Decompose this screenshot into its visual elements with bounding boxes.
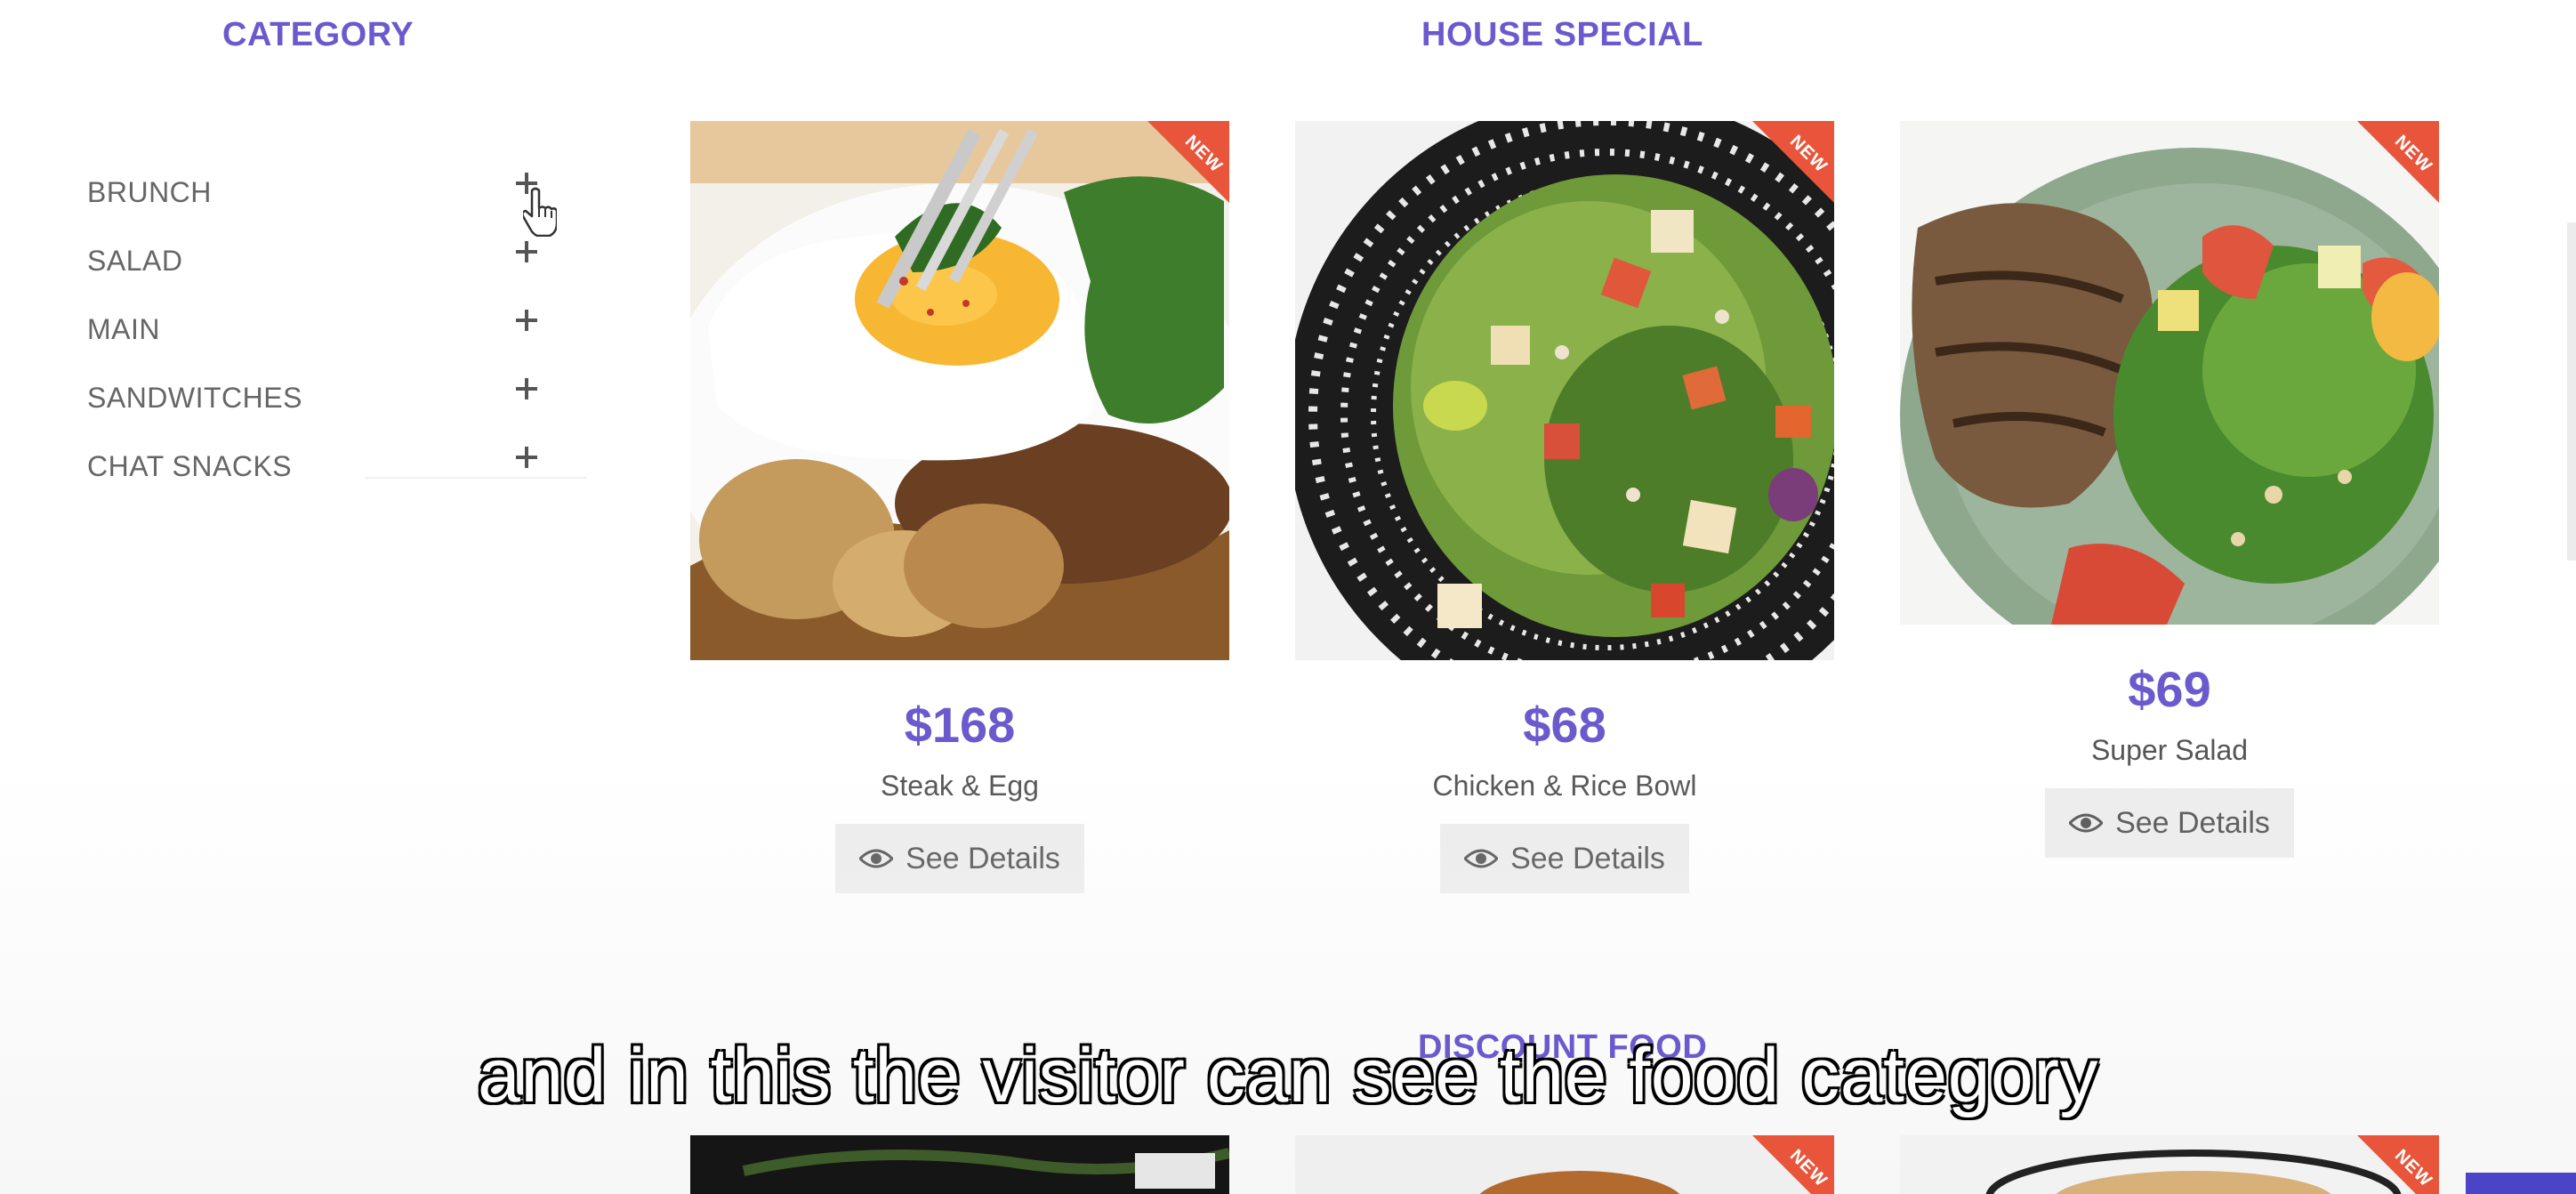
expand-plus-icon[interactable] (514, 376, 539, 401)
category-item-salad[interactable]: SALAD (87, 227, 585, 295)
product-name: Steak & Egg (881, 770, 1039, 802)
product-photo[interactable]: NEW (1295, 121, 1834, 660)
new-badge: NEW (1752, 121, 1834, 203)
new-badge: NEW (1752, 1135, 1834, 1194)
expand-plus-icon[interactable] (514, 445, 539, 470)
new-badge: NEW (2357, 1135, 2439, 1194)
product-price: $168 (904, 697, 1016, 753)
see-details-button[interactable]: See Details (835, 824, 1084, 893)
category-item-chat-snacks[interactable]: CHAT SNACKS (87, 432, 585, 501)
discount-card[interactable] (690, 1135, 1229, 1194)
see-details-button[interactable]: See Details (1440, 824, 1689, 893)
category-item-sandwitches[interactable]: SANDWITCHES (87, 364, 585, 432)
eye-icon (1464, 849, 1499, 868)
category-label: CHAT SNACKS (87, 450, 293, 482)
category-label: MAIN (87, 313, 160, 345)
see-details-label: See Details (1510, 841, 1665, 875)
expand-plus-icon[interactable] (514, 239, 539, 264)
category-item-main[interactable]: MAIN (87, 295, 585, 364)
product-name: Super Salad (2090, 734, 2249, 766)
new-badge: NEW (2357, 121, 2439, 203)
eye-icon (2069, 813, 2104, 833)
category-label: SANDWITCHES (87, 382, 302, 414)
category-divider (365, 477, 587, 479)
discount-card[interactable]: NEW (1295, 1135, 1834, 1194)
product-name: Chicken & Rice Bowl (1432, 770, 1697, 802)
product-price: $69 (2128, 661, 2211, 717)
see-details-label: See Details (2115, 805, 2270, 840)
new-badge: NEW (1147, 121, 1229, 203)
category-item-brunch[interactable]: BRUNCH (87, 158, 585, 227)
house-special-heading: HOUSE SPECIAL (1421, 16, 1703, 53)
product-price: $68 (1523, 697, 1606, 753)
product-photo[interactable]: NEW (690, 121, 1229, 660)
eye-icon (859, 849, 894, 868)
expand-plus-icon[interactable] (514, 308, 539, 333)
product-card: NEW $68 Chicken & Rice Bowl See Details (1295, 121, 1834, 893)
discount-food-image (690, 1135, 1229, 1194)
see-details-label: See Details (906, 841, 1060, 875)
chat-widget-tab[interactable] (2466, 1173, 2576, 1194)
hand-cursor-icon (523, 187, 557, 237)
category-list: BRUNCH SALAD MAIN SANDWITCHES CHAT SNACK… (87, 158, 585, 501)
product-card: NEW $168 Steak & Egg See Details (690, 121, 1229, 893)
category-label: BRUNCH (87, 176, 212, 208)
discount-card[interactable]: NEW (1900, 1135, 2439, 1194)
video-subtitle: and in this the visitor can see the food… (477, 1033, 2099, 1118)
product-photo[interactable]: NEW (1900, 121, 2439, 625)
scrollbar-track[interactable] (2567, 222, 2576, 561)
see-details-button[interactable]: See Details (2045, 788, 2294, 858)
product-card: NEW $69 Super Salad See Details (1900, 121, 2439, 858)
category-label: SALAD (87, 245, 183, 277)
category-heading: CATEGORY (222, 16, 415, 53)
